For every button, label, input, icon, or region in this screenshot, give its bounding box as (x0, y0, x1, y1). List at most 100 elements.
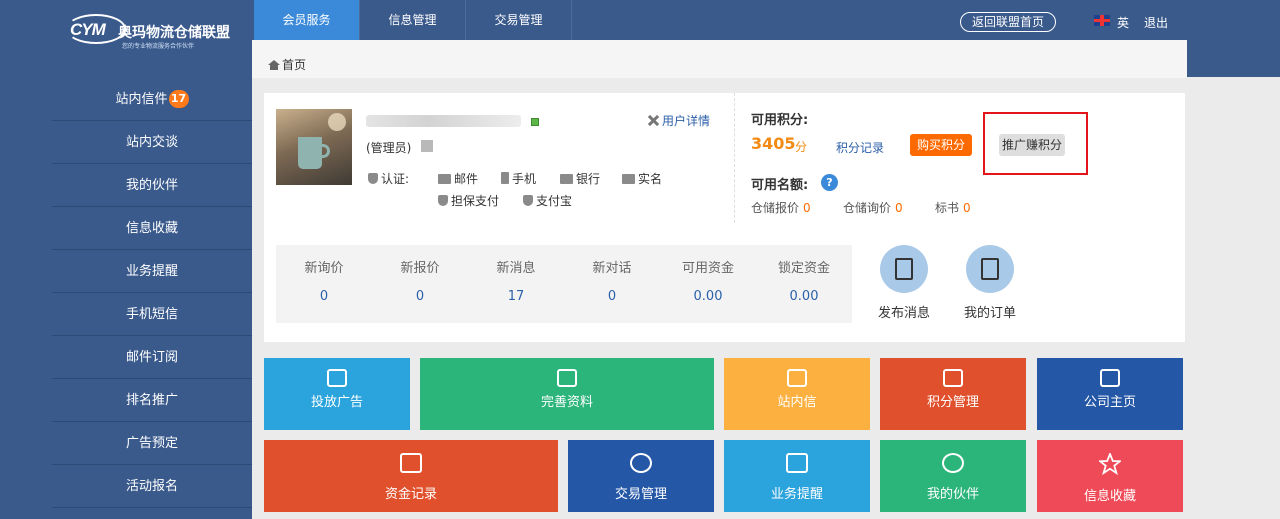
top-links: 返回联盟首页 英 退出 (960, 12, 1180, 32)
stat-label: 新对话 (592, 261, 632, 276)
stat-new-quote[interactable]: 新报价 0 (372, 245, 468, 304)
sidebar-item-sms[interactable]: 手机短信 (52, 293, 252, 336)
tile-trade-management[interactable]: 交易管理 (568, 440, 714, 512)
tile-label: 信息收藏 (1083, 489, 1136, 504)
sidebar-item-reminders[interactable]: 业务提醒 (52, 250, 252, 293)
sidebar-item-mail[interactable]: 站内信件 17 (52, 78, 252, 121)
avatar-cup-handle (320, 144, 330, 158)
tile-label: 我的伙伴 (926, 487, 979, 502)
tile-label: 投放广告 (310, 395, 363, 410)
cert-realname-label: 实名 (638, 172, 663, 186)
logo[interactable]: CYM 奥玛物流仓储联盟 您的专业物流服务合作伙伴 (66, 14, 238, 50)
order-bag-icon (966, 245, 1014, 293)
order-bag-icon-glyph (981, 258, 999, 280)
stat-label: 新消息 (496, 261, 536, 276)
publish-icon-glyph (895, 258, 913, 280)
tile-favorites[interactable]: 信息收藏 (1037, 440, 1183, 512)
tile-my-partners[interactable]: 我的伙伴 (880, 440, 1026, 512)
cert-realname[interactable]: 实名 (622, 170, 662, 187)
email-icon (438, 174, 451, 184)
tile-business-reminders[interactable]: 业务提醒 (724, 440, 870, 512)
cert-email[interactable]: 邮件 (438, 170, 478, 187)
tab-member-service[interactable]: 会员服务 (254, 0, 360, 40)
tile-label: 资金记录 (384, 487, 437, 502)
stat-value: 0 (415, 289, 425, 304)
quota-tender: 标书 0 (935, 199, 971, 216)
tab-trade-management[interactable]: 交易管理 (466, 0, 572, 40)
edit-role-icon[interactable] (421, 140, 433, 152)
sidebar-item-label: 站内信件 (115, 92, 168, 107)
books-icon (557, 369, 577, 387)
main-tabs: 会员服务 信息管理 交易管理 (254, 0, 572, 40)
sidebar-item-ranking[interactable]: 排名推广 (52, 379, 252, 422)
home-icon (1100, 369, 1120, 387)
buy-points-button[interactable]: 购买积分 (910, 134, 972, 156)
stat-locked-funds[interactable]: 锁定资金 0.00 (756, 245, 852, 304)
tile-points-management[interactable]: 积分管理 (880, 358, 1026, 430)
stat-available-funds[interactable]: 可用资金 0.00 (660, 245, 756, 304)
tile-inbox[interactable]: 站内信 (724, 358, 870, 430)
cert-escrow[interactable]: 担保支付 (438, 192, 499, 209)
unread-badge: 17 (168, 90, 189, 108)
tile-fund-records[interactable]: 资金记录 (264, 440, 558, 512)
bank-card-icon (560, 174, 573, 184)
breadcrumb-home[interactable]: 首页 (282, 58, 306, 72)
cert-phone[interactable]: 手机 (501, 170, 536, 187)
logo-mark: CYM (70, 20, 106, 39)
tile-label: 业务提醒 (770, 487, 823, 502)
inbox-icon (787, 369, 807, 387)
sidebar-item-events[interactable]: 活动报名 (52, 465, 252, 508)
tile-label: 交易管理 (614, 487, 667, 502)
quota-value: 0 (963, 201, 971, 215)
cert-bank[interactable]: 银行 (560, 170, 600, 187)
breadcrumb: 首页 (252, 40, 1187, 78)
panel-divider (734, 93, 735, 223)
logout-link[interactable]: 退出 (1144, 14, 1168, 31)
avatar-glow (328, 113, 346, 131)
stat-new-message[interactable]: 新消息 17 (468, 245, 564, 304)
sidebar-item-chat[interactable]: 站内交谈 (52, 121, 252, 164)
cert-alipay-label: 支付宝 (536, 194, 573, 208)
quota-storage-quote: 仓储报价 0 (751, 199, 811, 216)
sidebar: 站内信件 17 站内交谈 我的伙伴 信息收藏 业务提醒 手机短信 邮件订阅 排名推… (52, 78, 252, 519)
clipboard-icon (400, 453, 422, 473)
quick-publish[interactable]: 发布消息 (864, 245, 944, 321)
help-icon[interactable]: ? (821, 174, 838, 191)
stat-new-inquiry[interactable]: 新询价 0 (276, 245, 372, 304)
sidebar-item-ad-booking[interactable]: 广告预定 (52, 422, 252, 465)
user-detail-link[interactable]: 用户详情 (647, 112, 710, 129)
sidebar-item-partners[interactable]: 我的伙伴 (52, 164, 252, 207)
tile-label: 站内信 (777, 395, 817, 410)
back-to-home-button[interactable]: 返回联盟首页 (960, 12, 1056, 32)
cert-bank-label: 银行 (576, 172, 601, 186)
quota-label: 标书 (935, 201, 960, 215)
points-log-link[interactable]: 积分记录 (836, 139, 884, 156)
quota-label: 仓储报价 (751, 201, 800, 215)
sidebar-item-email-subscribe[interactable]: 邮件订阅 (52, 336, 252, 379)
stat-value: 0.00 (693, 289, 723, 304)
quick-orders[interactable]: 我的订单 (950, 245, 1030, 321)
user-detail-label: 用户详情 (662, 114, 711, 128)
stats-strip: 新询价 0 新报价 0 新消息 17 新对话 0 可用资金 0.00 锁定资金 0.00 (276, 245, 852, 323)
sidebar-item-favorites[interactable]: 信息收藏 (52, 207, 252, 250)
promote-earn-points-button[interactable]: 推广赚积分 (999, 134, 1065, 156)
language-link[interactable]: 英 (1117, 14, 1129, 31)
stat-label: 新询价 (304, 261, 344, 276)
publish-icon (880, 245, 928, 293)
avatar[interactable] (276, 109, 352, 185)
stat-new-chat[interactable]: 新对话 0 (564, 245, 660, 304)
stat-value: 0.00 (789, 289, 819, 304)
tile-label: 公司主页 (1083, 395, 1136, 410)
tile-company-home[interactable]: 公司主页 (1037, 358, 1183, 430)
tile-complete-profile[interactable]: 完善资料 (420, 358, 714, 430)
stat-value: 0 (319, 289, 329, 304)
shield-icon (523, 195, 533, 206)
profile-panel: 用户详情 (管理员) 认证: 邮件 手机 银行 实名 担保支付 支付宝 可用积分… (264, 93, 1185, 342)
edit-icon (327, 369, 347, 387)
uk-flag-icon[interactable] (1094, 15, 1110, 26)
tab-info-management[interactable]: 信息管理 (360, 0, 466, 40)
cert-alipay[interactable]: 支付宝 (523, 192, 572, 209)
logo-name: 奥玛物流仓储联盟 (118, 25, 230, 41)
partners-icon (942, 453, 964, 473)
tile-place-ad[interactable]: 投放广告 (264, 358, 410, 430)
